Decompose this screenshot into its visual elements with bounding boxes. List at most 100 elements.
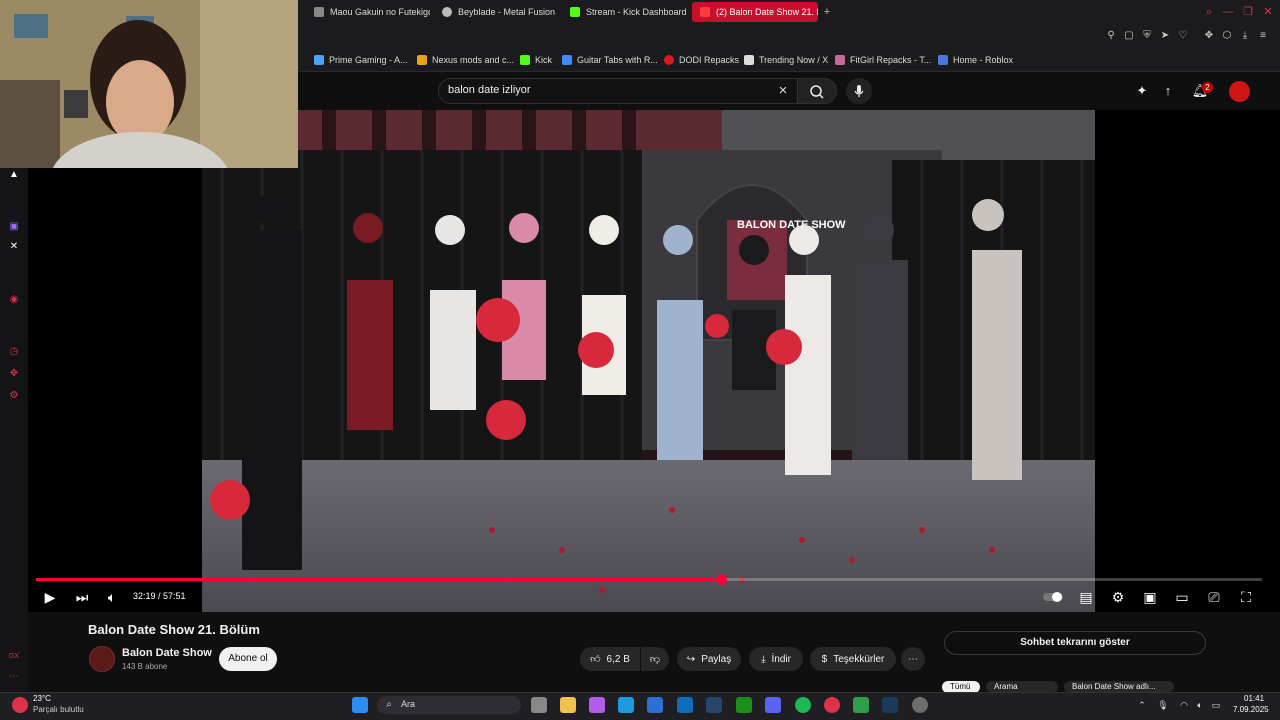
channel-name[interactable]: Balon Date Show [122,647,212,659]
menu-icon[interactable]: ≡ [1256,29,1270,43]
video-progress-bar[interactable] [36,574,1262,585]
more-icon[interactable]: ⋯ [7,670,21,684]
next-button[interactable]: ⏭ [72,587,92,607]
tab-maou[interactable]: Maou Gakuin no Futekigo [306,2,430,22]
bookmark-guitar-tabs[interactable]: Guitar Tabs with R... [562,53,658,67]
shield-icon[interactable]: ⛨ [1140,29,1154,43]
discord-icon[interactable] [765,697,781,713]
file-explorer-icon[interactable] [560,697,576,713]
kick-icon [520,55,530,65]
bookmark-prime-gaming[interactable]: Prime Gaming - A... [314,53,408,67]
close-window-icon[interactable]: ✕ [1260,4,1276,20]
share-button[interactable]: ↪ Paylaş [677,647,741,671]
bookmark-roblox[interactable]: Home - Roblox [938,53,1013,67]
bookmark-label: Home - Roblox [953,55,1014,65]
tray-overflow-icon[interactable]: ⌃ [1136,699,1148,711]
opera-gx-icon[interactable] [824,697,840,713]
battery-icon[interactable]: ▭ [1210,699,1222,711]
thanks-button[interactable]: $ Teşekkürler [810,647,896,671]
show-chat-replay-button[interactable]: Sohbet tekrarını göster [944,631,1206,655]
video-player[interactable]: BALON DATE SHOW [28,110,1280,612]
subtitles-icon[interactable]: ▤ [1076,587,1096,607]
taskbar-search-label[interactable]: Ara [401,699,415,709]
minimize-icon[interactable]: — [1220,4,1236,20]
tab-kick-dashboard[interactable]: Stream - Kick Dashboard [562,2,690,22]
store-icon[interactable] [647,697,663,713]
more-actions-button[interactable]: ⋯ [901,647,925,671]
cast-icon[interactable]: ⎚ [1204,587,1224,607]
bookmark-kick[interactable]: Kick [520,53,552,67]
bookmark-label: Kick [535,55,553,65]
heart-icon[interactable]: ♡ [1176,29,1190,43]
speaker-icon[interactable]: 🔈︎ [1194,699,1206,711]
player-icon[interactable]: ◉ [7,293,21,307]
channel-avatar[interactable] [89,646,115,672]
screenshot-icon[interactable]: ▢ [1122,29,1136,43]
share-icon: ↪ [686,653,696,665]
taskbar-search[interactable] [377,696,521,714]
steam-icon[interactable] [882,697,898,713]
history-icon[interactable]: ◷ [7,345,21,359]
copilot-icon[interactable] [589,697,605,713]
settings-gear-icon[interactable]: ⚙ [1108,587,1128,607]
clock-time[interactable]: 01:41 [1244,694,1264,703]
fullscreen-icon[interactable]: ⛶ [1236,587,1256,607]
create-icon[interactable]: ✦ [1133,82,1151,100]
play-button[interactable]: ▶ [40,587,60,607]
clock-date[interactable]: 7.09.2025 [1233,705,1269,714]
bookmark-dodi-repacks[interactable]: DODI Repacks [664,53,739,67]
voice-search-button[interactable] [846,78,872,104]
aria-icon[interactable]: ▲ [7,168,21,182]
new-tab-button[interactable]: + [820,5,834,19]
outlook-icon[interactable] [677,697,693,713]
wifi-icon[interactable]: ◠ [1178,699,1190,711]
kick-icon [570,7,580,17]
tab-label: Maou Gakuin no Futekigo [330,7,430,17]
download-icon[interactable]: ⤓ [1238,29,1252,43]
tab-balon-date-show[interactable]: (2) Balon Date Show 21. B [692,2,818,22]
x-logo-icon[interactable]: ✕ [7,240,21,254]
task-view-icon[interactable] [531,697,547,713]
tab-beyblade[interactable]: Beyblade - Metal Fusion [434,2,558,22]
gx-icon[interactable]: GX [7,650,21,664]
twitch-icon[interactable]: ▣ [7,220,21,234]
extensions-icon[interactable]: ✥ [7,367,21,381]
edge-icon[interactable] [618,697,634,713]
autoplay-toggle[interactable] [1042,587,1064,607]
app-icon[interactable] [912,697,928,713]
extensions-icon[interactable]: ✥ [1202,29,1216,43]
upload-icon[interactable]: ↑ [1159,82,1177,100]
weather-icon[interactable] [12,697,28,713]
dislike-button[interactable]: 👎︎ [641,647,669,671]
spotify-icon[interactable] [795,697,811,713]
like-button[interactable]: 👍︎ 6,2 B [580,647,640,671]
xbox-icon[interactable] [736,697,752,713]
account-avatar[interactable] [1229,81,1250,102]
app-icon[interactable] [853,697,869,713]
subscribe-button[interactable]: Abone ol [219,647,277,671]
steam-icon[interactable] [706,697,722,713]
settings-icon[interactable]: ⚙ [7,389,21,403]
video-frame: BALON DATE SHOW [202,110,1095,612]
browser-search-icon[interactable]: ⌕ [1201,4,1217,20]
search-button[interactable] [797,78,837,104]
pin-icon[interactable]: ⚲ [1104,29,1118,43]
volume-icon[interactable]: 🔈︎ [102,587,122,607]
weather-temperature[interactable]: 23°C [33,694,51,703]
bookmark-trending-x[interactable]: Trending Now / X [744,53,828,67]
clear-search-icon[interactable]: × [774,82,792,100]
bookmark-fitgirl[interactable]: FitGirl Repacks - T... [835,53,931,67]
send-icon[interactable]: ➤ [1158,29,1172,43]
cube-icon[interactable]: ⬡ [1220,29,1234,43]
weather-description[interactable]: Parçalı bulutlu [33,705,84,714]
download-button[interactable]: ⤓ İndir [749,647,803,671]
dodi-icon [664,55,674,65]
miniplayer-icon[interactable]: ▣ [1140,587,1160,607]
bookmark-nexus-mods[interactable]: Nexus mods and c... [417,53,514,67]
microphone-icon[interactable]: 🎙︎ [1157,699,1169,711]
restore-icon[interactable]: ❐ [1240,4,1256,20]
start-menu-icon[interactable] [352,697,368,713]
theater-mode-icon[interactable]: ▭ [1172,587,1192,607]
neon-sign: BALON DATE SHOW [737,219,846,231]
search-input[interactable]: balon date izliyor [448,84,531,96]
